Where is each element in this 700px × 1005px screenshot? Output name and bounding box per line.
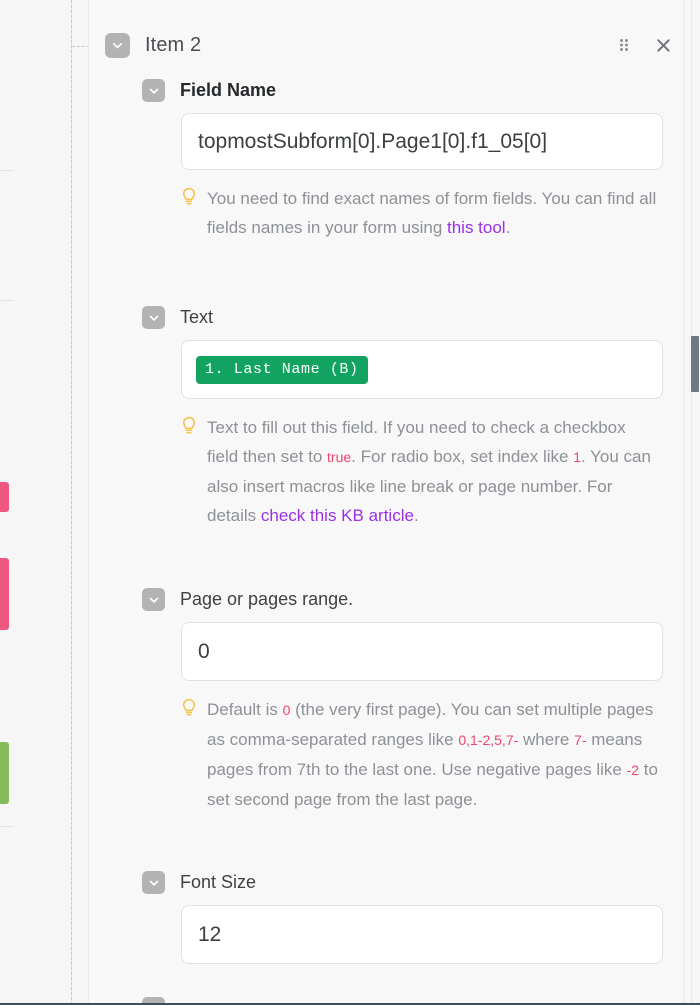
text-hint-text: Text to fill out this field. If you need…	[207, 413, 661, 530]
field-label: Text	[180, 307, 214, 327]
lightbulb-icon	[181, 416, 197, 530]
hint-text-run: . For radio box, set index like	[351, 447, 574, 466]
hint-link[interactable]: this tool	[447, 218, 506, 237]
field-label-row: Font Size	[89, 870, 685, 895]
hint-code: 7-	[574, 732, 587, 748]
hint-code: 1	[573, 449, 581, 465]
hint-text-run: You need to find exact names of form fie…	[207, 189, 657, 237]
left-gutter	[0, 0, 72, 1005]
scrollbar-track[interactable]	[691, 0, 700, 1005]
card-header: Item 2	[89, 26, 685, 64]
collapse-field-name-button[interactable]	[142, 79, 165, 102]
chevron-down-icon	[149, 315, 158, 321]
header-actions	[614, 35, 673, 55]
hint-text-run: .	[413, 506, 419, 525]
field-label: Field Name	[180, 80, 277, 100]
hint-text-run: Default is	[207, 700, 283, 719]
chevron-down-icon	[149, 597, 158, 603]
collapse-font-size-button[interactable]	[142, 871, 165, 894]
field-label: Font Size	[180, 872, 257, 892]
lightbulb-icon	[181, 698, 197, 814]
field-group-text: Text 1. Last Name (B) Text to fill out t…	[89, 305, 685, 530]
item-card: Item 2 Field Name topmostSubform[0].Page…	[88, 0, 684, 1005]
page-range-hint-text: Default is 0 (the very first page). You …	[207, 695, 661, 814]
field-name-hint: You need to find exact names of form fie…	[89, 170, 685, 242]
text-hint: Text to fill out this field. If you need…	[89, 399, 685, 530]
field-group-font-size: Font Size 12	[89, 870, 685, 964]
text-input-wrap: 1. Last Name (B)	[89, 340, 685, 399]
font-size-input[interactable]: 12	[181, 905, 663, 964]
lightbulb-icon	[181, 187, 197, 242]
page-title: Item 2	[145, 33, 202, 56]
hint-code: true	[327, 449, 352, 465]
field-group-page-range: Page or pages range. 0 Default is 0 (the…	[89, 587, 685, 814]
field-label-row: Field Name	[89, 78, 685, 103]
close-x-icon[interactable]	[653, 35, 673, 55]
scrollbar-thumb[interactable]	[691, 336, 699, 392]
gutter-strip-pink-1	[0, 482, 9, 512]
hint-text-run: where	[518, 730, 575, 749]
chevron-down-icon	[149, 88, 158, 94]
page-range-input-wrap: 0	[89, 622, 685, 681]
gutter-strip-pink-2	[0, 558, 9, 630]
field-name-hint-text: You need to find exact names of form fie…	[207, 184, 661, 242]
chevron-down-icon	[112, 42, 123, 48]
macro-token[interactable]: 1. Last Name (B)	[196, 355, 368, 384]
font-size-input-wrap: 12	[89, 905, 685, 964]
page-range-hint: Default is 0 (the very first page). You …	[89, 681, 685, 814]
page-range-input[interactable]: 0	[181, 622, 663, 681]
tree-rail	[71, 0, 72, 1005]
hint-text-run: .	[505, 218, 511, 237]
field-label-row: Text	[89, 305, 685, 330]
panel-root: Item 2 Field Name topmostSubform[0].Page…	[0, 0, 700, 1005]
chevron-down-icon	[149, 880, 158, 886]
field-name-input-wrap: topmostSubform[0].Page1[0].f1_05[0]	[89, 113, 685, 170]
collapse-text-button[interactable]	[142, 306, 165, 329]
hint-link[interactable]: check this KB article	[261, 506, 414, 525]
hint-code: 0,1-2,5,7-	[458, 732, 519, 748]
field-label: Page or pages range.	[180, 589, 354, 609]
hint-code: -2	[626, 762, 640, 778]
field-label-row: Page or pages range.	[89, 587, 685, 612]
collapse-page-range-button[interactable]	[142, 588, 165, 611]
collapse-item-button[interactable]	[105, 32, 130, 58]
field-group-field-name: Field Name topmostSubform[0].Page1[0].f1…	[89, 78, 685, 242]
gutter-strip-green	[0, 742, 9, 804]
drag-handle-dots-icon[interactable]	[614, 35, 634, 55]
text-token-input[interactable]: 1. Last Name (B)	[181, 340, 663, 399]
field-name-input[interactable]: topmostSubform[0].Page1[0].f1_05[0]	[181, 113, 663, 170]
